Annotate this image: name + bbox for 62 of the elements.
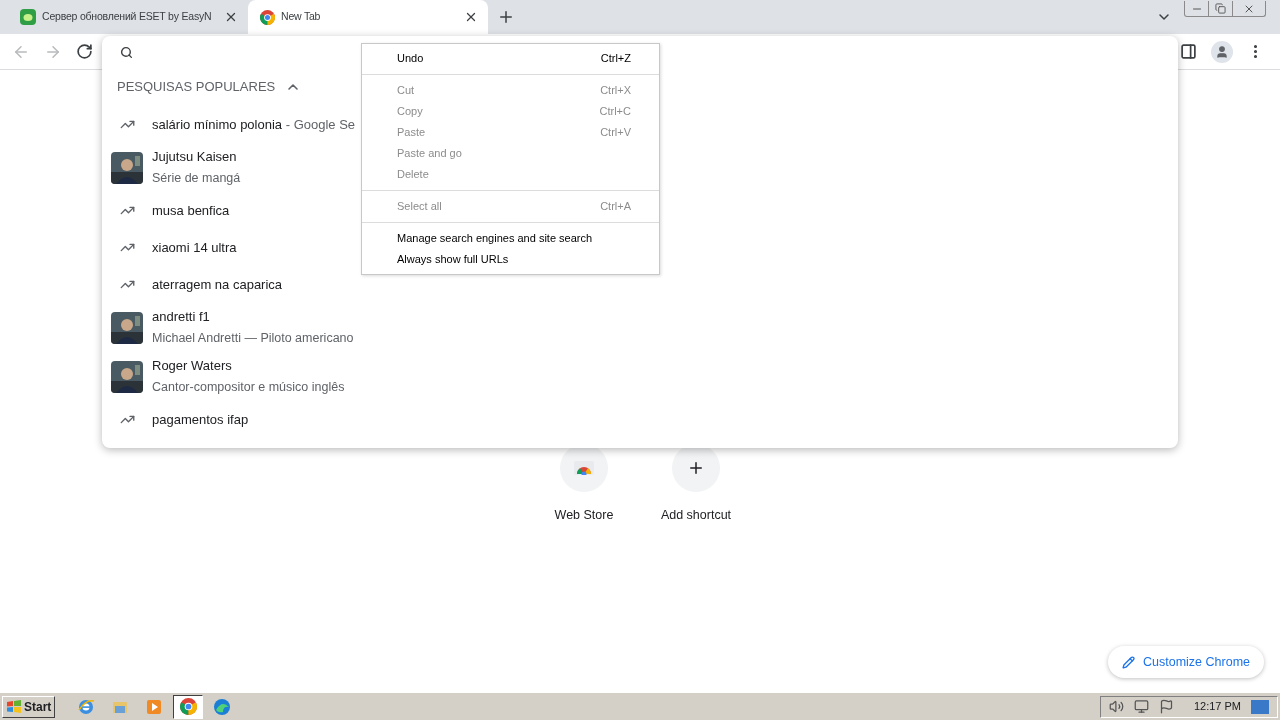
section-header: PESQUISAS POPULARES — [117, 78, 276, 97]
flag-icon[interactable] — [1158, 699, 1174, 714]
close-icon[interactable] — [224, 10, 238, 24]
suggestion-subtitle: Série de mangá — [152, 170, 241, 188]
start-button[interactable]: Start — [2, 695, 56, 718]
taskbar-button[interactable] — [173, 694, 204, 719]
new-tab-icon[interactable] — [497, 8, 515, 26]
tab-title: Сервер обновлений ESET by EasyN — [42, 9, 212, 25]
restore-icon[interactable] — [1215, 3, 1226, 14]
web-store-icon — [574, 461, 594, 475]
media-player-icon — [145, 697, 164, 716]
pencil-icon — [1122, 655, 1135, 669]
menu-item-label: Copy — [397, 104, 424, 120]
menu-item-label: Undo — [397, 51, 425, 67]
menu-item-label: Delete — [397, 167, 430, 183]
tab-title: New Tab — [281, 9, 321, 25]
menu-shortcut: Ctrl+Z — [600, 51, 631, 67]
shortcut-tile[interactable]: Add shortcut — [640, 444, 752, 525]
person-icon — [1215, 44, 1229, 59]
shortcut-label: Web Store — [554, 507, 614, 524]
customize-chrome-button[interactable]: Customize Chrome — [1108, 646, 1264, 678]
suggestion-text[interactable]: Roger Waters — [152, 355, 345, 376]
suggestion-text[interactable]: xiaomi 14 ultra — [152, 237, 237, 258]
suggestion-text[interactable]: Jujutsu Kaisen — [152, 146, 241, 167]
suggestion-text[interactable]: salário mínimo polonia - Google Se — [152, 114, 356, 135]
show-desktop-button[interactable] — [1251, 699, 1269, 714]
suggestion-text[interactable]: pagamentos ifap — [152, 409, 249, 430]
menu-item[interactable]: Undo Ctrl+Z — [362, 48, 659, 69]
menu-item-label: Manage search engines and site search — [397, 231, 594, 247]
suggestion-subtitle: Cantor-compositor e músico inglês — [152, 379, 345, 397]
menu-item-label: Always show full URLs — [397, 252, 510, 268]
shortcut-tile[interactable]: Web Store — [528, 444, 640, 525]
suggestion-text[interactable]: aterragem na caparica — [152, 274, 283, 295]
suggestion-subtitle: Michael Andretti — Piloto americano — [152, 330, 354, 348]
menu-shortcut: Ctrl+C — [599, 104, 631, 120]
clock: 12:17 PM — [1193, 699, 1241, 715]
reload-icon[interactable] — [76, 43, 93, 60]
side-panel-icon[interactable] — [1180, 43, 1197, 60]
windows-logo-icon — [6, 699, 22, 714]
close-icon[interactable] — [464, 10, 478, 24]
search-icon — [120, 45, 133, 59]
chrome-logo-icon — [260, 9, 275, 25]
suggestion-text[interactable]: musa benfica — [152, 200, 230, 221]
menu-item-label: Select all — [397, 199, 443, 215]
menu-item-label: Paste — [397, 125, 427, 141]
menu-item[interactable]: Always show full URLs — [362, 249, 659, 270]
menu-item-label: Cut — [397, 83, 416, 99]
menu-shortcut: Ctrl+A — [600, 199, 631, 215]
menu-item-label: Paste and go — [397, 146, 463, 162]
browser-tab[interactable]: New Tab — [248, 0, 488, 34]
menu-shortcut: Ctrl+X — [600, 83, 631, 99]
browser-tab[interactable]: Сервер обновлений ESET by EasyN — [8, 0, 248, 34]
browser-e-icon — [77, 697, 96, 716]
add-icon — [687, 459, 705, 477]
profile-avatar[interactable] — [1211, 40, 1233, 63]
menu-item[interactable]: Manage search engines and site search — [362, 228, 659, 249]
menu-shortcut: Ctrl+V — [600, 125, 631, 141]
volume-icon[interactable] — [1108, 699, 1124, 714]
chrome-logo-icon — [179, 698, 197, 715]
shortcut-label: Add shortcut — [660, 507, 732, 524]
network-icon[interactable] — [1133, 699, 1149, 714]
suggestion-text[interactable]: andretti f1 — [152, 306, 354, 327]
